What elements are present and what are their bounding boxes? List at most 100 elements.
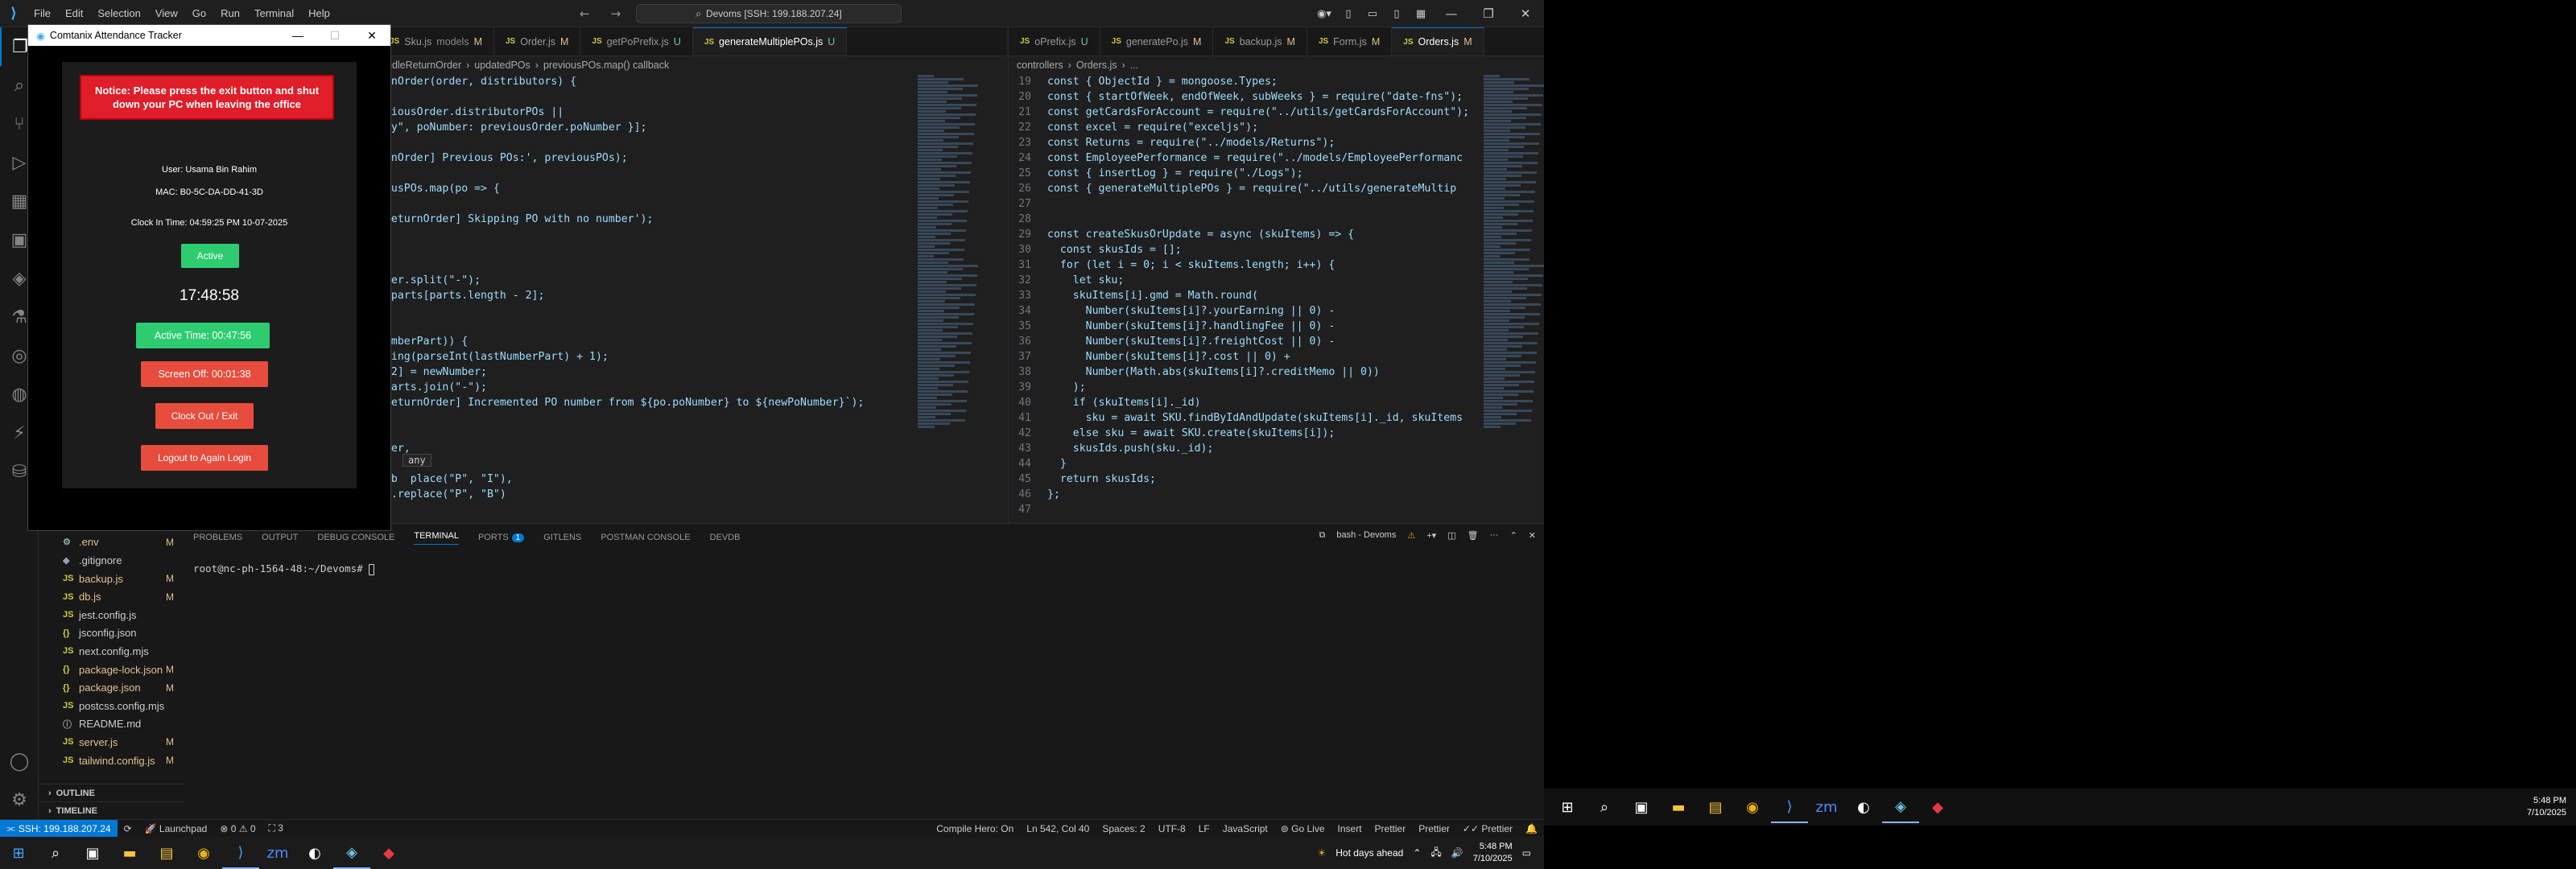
terminal-output[interactable]: root@nc-ph-1564-48:~/Devoms# bbox=[193, 562, 375, 575]
editor-tab[interactable]: JS Form.js M bbox=[1307, 27, 1393, 56]
editor-tab[interactable]: JS generatePo.js M bbox=[1100, 27, 1214, 56]
file-explorer-icon[interactable]: ▬ bbox=[111, 837, 148, 869]
minimap-right[interactable] bbox=[1484, 74, 1545, 523]
vscode-taskbar-icon[interactable]: ⟩ bbox=[1771, 791, 1808, 823]
panel-tab-output[interactable]: OUTPUT bbox=[262, 533, 298, 542]
insert-mode[interactable]: Insert bbox=[1331, 823, 1368, 834]
menu-item-file[interactable]: File bbox=[34, 7, 51, 19]
sync-icon[interactable]: ⟳ bbox=[118, 823, 138, 834]
tray-overflow-icon[interactable]: ⌃ bbox=[1413, 847, 1421, 859]
maximize-button[interactable]: ❐ bbox=[1470, 0, 1507, 27]
more-icon[interactable]: ··· bbox=[1490, 530, 1499, 541]
layout-icon[interactable]: ▦ bbox=[1409, 8, 1433, 20]
file-item[interactable]: ⓘ README.md bbox=[39, 715, 184, 734]
close-panel-icon[interactable]: ✕ bbox=[1529, 530, 1536, 541]
minimap-left[interactable] bbox=[918, 74, 979, 523]
code-editor-left[interactable]: urnOrder(order, distributors) {eviousOrd… bbox=[378, 74, 910, 521]
file-item[interactable]: JS tailwind.config.js M bbox=[39, 752, 184, 770]
notifications-bell-icon[interactable]: 🔔 bbox=[1519, 823, 1544, 834]
panel-tab-gitlens[interactable]: GITLENS bbox=[543, 533, 581, 542]
toggle-panel-icon[interactable]: ▭ bbox=[1360, 8, 1385, 20]
problems-indicator[interactable]: ⊗ 0 ⚠ 0 bbox=[213, 823, 262, 834]
menu-item-edit[interactable]: Edit bbox=[65, 7, 83, 19]
editor-tab[interactable]: JS Orders.js M bbox=[1392, 27, 1484, 56]
command-center-search[interactable]: ⌕ Devoms [SSH: 199.188.207.24] bbox=[636, 4, 902, 23]
menu-item-run[interactable]: Run bbox=[221, 7, 240, 19]
file-item[interactable]: JS postcss.config.mjs bbox=[39, 697, 184, 715]
back-arrow-icon[interactable]: ← bbox=[580, 6, 590, 21]
search-icon[interactable]: ⌕ bbox=[37, 837, 74, 869]
editor-tab[interactable]: JS oPrefix.js U bbox=[1009, 27, 1100, 56]
launchpad-button[interactable]: 🚀 Launchpad bbox=[138, 823, 214, 834]
remote-indicator[interactable]: ⫘ SSH: 199.188.207.24 bbox=[0, 819, 118, 838]
taskbar-clock[interactable]: 5:48 PM 7/10/2025 bbox=[1473, 841, 1513, 865]
file-item[interactable]: {} package-lock.json M bbox=[39, 661, 184, 679]
zoom-icon[interactable]: zm bbox=[259, 837, 296, 869]
volume-icon[interactable]: 🔊 bbox=[1451, 847, 1463, 859]
menu-item-help[interactable]: Help bbox=[308, 7, 330, 19]
breadcrumb-item[interactable]: previousPOs.map() callback bbox=[543, 60, 669, 71]
editor-tab[interactable]: JS Sku.js models M bbox=[378, 27, 494, 56]
settings-gear-icon[interactable]: ⚙ bbox=[0, 780, 39, 819]
new-terminal-icon[interactable]: +▾ bbox=[1426, 530, 1436, 541]
cursor-position[interactable]: Ln 542, Col 40 bbox=[1020, 823, 1096, 834]
secondary-clock[interactable]: 5:48 PM 7/10/2025 bbox=[2527, 795, 2566, 819]
breadcrumb-item[interactable]: Orders.js bbox=[1076, 60, 1117, 71]
minimize-button[interactable]: — bbox=[279, 25, 316, 46]
panel-tab-terminal[interactable]: TERMINAL bbox=[414, 531, 459, 545]
chrome-icon[interactable]: ◉ bbox=[1734, 791, 1771, 823]
panel-tab-postman-console[interactable]: POSTMAN CONSOLE bbox=[601, 533, 690, 542]
breadcrumb-item[interactable]: controllers bbox=[1017, 60, 1063, 71]
file-item[interactable]: JS jest.config.js bbox=[39, 606, 184, 624]
start-button[interactable]: ⊞ bbox=[1549, 791, 1586, 823]
encoding[interactable]: UTF-8 bbox=[1152, 823, 1192, 834]
search-icon[interactable]: ⌕ bbox=[1586, 791, 1623, 823]
menu-item-selection[interactable]: Selection bbox=[97, 7, 140, 19]
file-item[interactable]: JS db.js M bbox=[39, 587, 184, 606]
copilot-icon[interactable]: ◉▾ bbox=[1312, 8, 1336, 20]
timeline-section[interactable]: › TIMELINE bbox=[39, 801, 184, 819]
breadcrumb-item[interactable]: ... bbox=[1130, 60, 1138, 71]
editor-tab[interactable]: JS generateMultiplePOs.js U bbox=[692, 27, 848, 56]
breadcrumb-item[interactable]: ndleReturnOrder bbox=[386, 60, 461, 71]
file-item[interactable]: JS backup.js M bbox=[39, 570, 184, 588]
prettier-status-1[interactable]: Prettier bbox=[1368, 823, 1413, 834]
zoom-icon[interactable]: zm bbox=[1808, 791, 1845, 823]
breadcrumb-item[interactable]: updatedPOs bbox=[474, 60, 530, 71]
forward-arrow-icon[interactable]: → bbox=[611, 6, 621, 21]
logout-button[interactable]: Logout to Again Login bbox=[141, 445, 268, 471]
app-icon[interactable]: ◐ bbox=[1845, 791, 1882, 823]
file-item[interactable]: {} package.json M bbox=[39, 678, 184, 697]
golive-button[interactable]: ⊚ Go Live bbox=[1274, 823, 1331, 834]
eol[interactable]: LF bbox=[1192, 823, 1216, 834]
anydesk-icon[interactable]: ◆ bbox=[1919, 791, 1956, 823]
network-icon[interactable]: 🖧 bbox=[1430, 845, 1441, 862]
clock-out-button[interactable]: Clock Out / Exit bbox=[155, 403, 254, 429]
toggle-secondary-icon[interactable]: ▯ bbox=[1385, 8, 1409, 20]
panel-tab-problems[interactable]: PROBLEMS bbox=[193, 533, 242, 542]
editor-tab[interactable]: JS backup.js M bbox=[1213, 27, 1307, 56]
file-item[interactable]: ◆ .gitignore bbox=[39, 551, 184, 570]
attendance-tracker-taskbar-icon[interactable]: ◈ bbox=[1882, 791, 1919, 823]
maximize-panel-icon[interactable]: ⌃ bbox=[1510, 530, 1517, 541]
file-item[interactable]: ⚙ .env M bbox=[39, 533, 184, 552]
attendance-tracker-taskbar-icon[interactable]: ◈ bbox=[333, 837, 370, 869]
indentation[interactable]: Spaces: 2 bbox=[1096, 823, 1151, 834]
close-button[interactable]: ✕ bbox=[1507, 0, 1544, 27]
file-item[interactable]: JS server.js M bbox=[39, 733, 184, 752]
task-view-icon[interactable]: ▣ bbox=[1623, 791, 1660, 823]
toggle-sidebar-icon[interactable]: ▯ bbox=[1336, 8, 1360, 20]
prettier-status-3[interactable]: ✓✓ Prettier bbox=[1456, 823, 1519, 834]
vscode-taskbar-icon[interactable]: ⟩ bbox=[222, 837, 259, 869]
notification-icon[interactable]: ▭ bbox=[1522, 847, 1531, 859]
task-view-icon[interactable]: ▣ bbox=[74, 837, 111, 869]
anydesk-icon[interactable]: ◆ bbox=[370, 837, 407, 869]
language-mode[interactable]: JavaScript bbox=[1216, 823, 1274, 834]
compile-hero-status[interactable]: Compile Hero: On bbox=[930, 823, 1020, 834]
kill-terminal-icon[interactable]: 🗑 bbox=[1468, 530, 1479, 541]
panel-tab-debug-console[interactable]: DEBUG CONSOLE bbox=[317, 533, 394, 542]
account-icon[interactable]: ◯ bbox=[0, 742, 39, 780]
code-editor-right[interactable]: 19 const { ObjectId } = mongoose.Types; 20… bbox=[1009, 74, 1480, 521]
editor-tab[interactable]: JS Order.js M bbox=[494, 27, 581, 56]
panel-tab-devdb[interactable]: DEVDB bbox=[710, 533, 741, 542]
